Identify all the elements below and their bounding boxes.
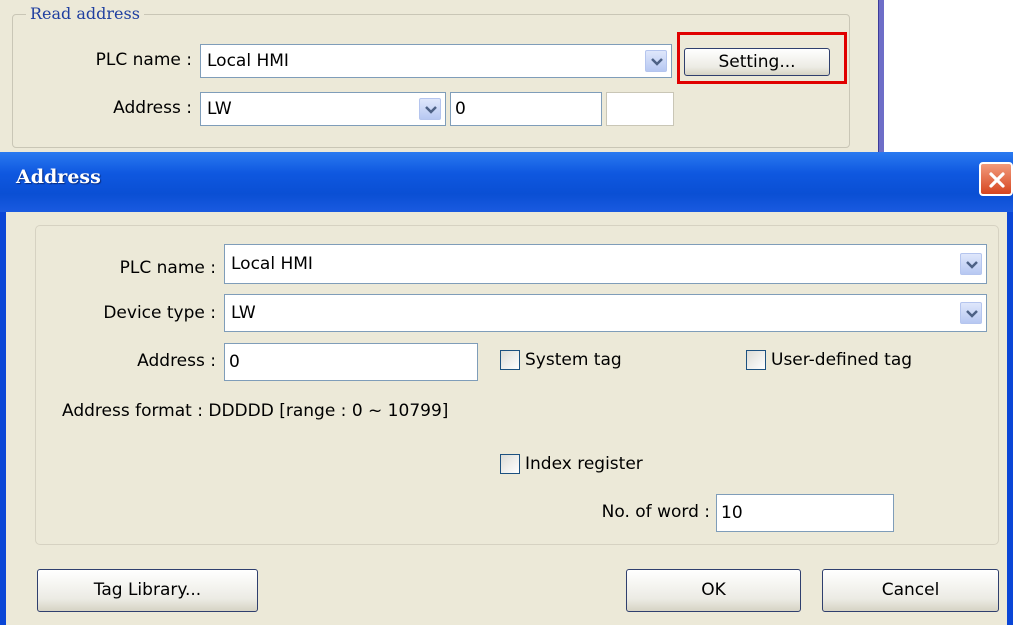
chevron-down-icon[interactable] bbox=[960, 253, 982, 275]
chevron-down-icon[interactable] bbox=[645, 50, 667, 72]
device-type-select[interactable]: LW bbox=[224, 294, 987, 332]
system-tag-checkbox[interactable] bbox=[500, 350, 520, 370]
device-select[interactable]: LW bbox=[200, 92, 446, 126]
address-input[interactable]: 0 bbox=[450, 92, 602, 126]
chevron-down-icon[interactable] bbox=[419, 98, 441, 120]
device-type-value: LW bbox=[231, 303, 256, 323]
no-of-word-label: No. of word : bbox=[601, 502, 710, 522]
close-icon bbox=[989, 172, 1005, 188]
address-extra-field bbox=[606, 92, 674, 126]
ok-button[interactable]: OK bbox=[626, 569, 801, 612]
device-type-label: Device type : bbox=[103, 303, 216, 323]
dialog-titlebar[interactable] bbox=[0, 152, 1013, 212]
setting-button[interactable]: Setting... bbox=[684, 48, 830, 76]
address-label: Address : bbox=[113, 98, 192, 118]
window-edge bbox=[878, 0, 884, 160]
dialog-title: Address bbox=[16, 166, 101, 188]
index-register-checkbox[interactable] bbox=[500, 454, 520, 474]
address-format-text: Address format : DDDDD [range : 0 ~ 1079… bbox=[62, 401, 449, 421]
index-register-label: Index register bbox=[525, 454, 643, 474]
dialog-address-label: Address : bbox=[137, 351, 216, 371]
user-defined-tag-label: User-defined tag bbox=[771, 350, 913, 370]
dialog-plc-name-select[interactable]: Local HMI bbox=[224, 244, 987, 284]
user-defined-tag-checkbox[interactable] bbox=[746, 350, 766, 370]
dialog-plc-name-value: Local HMI bbox=[231, 254, 313, 274]
tag-library-button[interactable]: Tag Library... bbox=[37, 569, 258, 612]
dialog-plc-name-label: PLC name : bbox=[119, 258, 216, 278]
device-value: LW bbox=[207, 99, 232, 119]
read-address-group-label: Read address bbox=[26, 4, 144, 23]
cancel-button[interactable]: Cancel bbox=[822, 569, 999, 612]
plc-name-value: Local HMI bbox=[207, 51, 289, 71]
close-button[interactable] bbox=[979, 162, 1013, 196]
no-of-word-input[interactable]: 10 bbox=[716, 494, 894, 532]
system-tag-label: System tag bbox=[525, 350, 622, 370]
dialog-address-input[interactable]: 0 bbox=[224, 343, 478, 381]
plc-name-label: PLC name : bbox=[95, 50, 192, 70]
chevron-down-icon[interactable] bbox=[960, 302, 982, 324]
plc-name-select[interactable]: Local HMI bbox=[200, 44, 672, 78]
